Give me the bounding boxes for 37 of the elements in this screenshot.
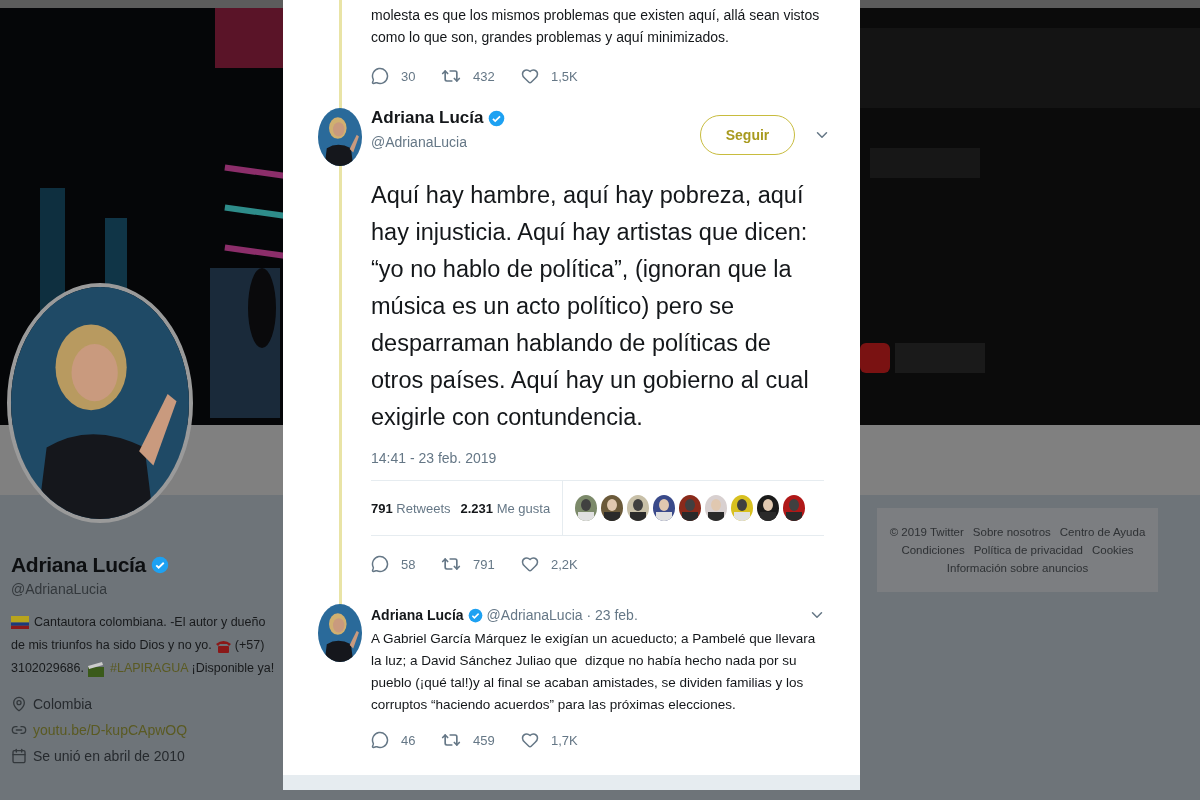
bio-text: ¡Disponible ya! — [191, 660, 275, 677]
reply-icon — [371, 555, 389, 573]
reply-button[interactable]: 46 — [371, 730, 441, 750]
like-icon — [521, 731, 539, 749]
profile-handle: @AdrianaLucia — [11, 581, 108, 597]
like-icon — [521, 555, 539, 573]
footer-link[interactable]: Condiciones — [901, 544, 965, 556]
retweets-stat[interactable]: 791 Retweets — [371, 500, 451, 516]
phone-icon — [214, 638, 232, 653]
bio-text: Cantautora colombiana. -El autor y dueño — [34, 614, 266, 631]
location-text: Colombia — [33, 696, 93, 712]
reply-icon — [371, 731, 389, 749]
tweet-text: A Gabriel García Márquez le exigían un acueducto; a Pambelé que llevara la luz; a David Sánchez Juliao que dizque no había hecho nada por su pueblo (¡qué tal!)y al final se acaban amistades, se dividen familias y los corruptos “haciendo acuerdos” para las próximas elecciones. — [371, 630, 817, 714]
retweet-button[interactable]: 459 — [441, 730, 521, 750]
reply-button[interactable]: 58 — [371, 554, 441, 574]
author-name[interactable]: Adriana Lucía — [371, 607, 464, 623]
tweet-timestamp[interactable]: 14:41 - 23 feb. 2019 — [371, 450, 860, 466]
joined-date: Se unió en abril de 2010 — [33, 748, 185, 764]
bio-text: (+57) — [234, 637, 265, 654]
bio-text: 3102029686. — [11, 660, 84, 677]
calendar-icon — [11, 748, 27, 764]
location-icon — [11, 696, 27, 712]
like-button[interactable]: 2,2K — [521, 554, 591, 574]
footer-link[interactable]: Sobre nosotros — [972, 526, 1051, 538]
like-button[interactable]: 1,7K — [521, 730, 591, 750]
footer-link[interactable]: Centro de Ayuda — [1059, 526, 1146, 538]
footer-link[interactable]: Cookies — [1092, 544, 1134, 556]
bio-text: de mis triunfos ha sido Dios y no yo. — [11, 637, 212, 654]
profile-name: Adriana Lucía — [11, 553, 146, 577]
clapper-icon — [87, 660, 105, 677]
tweet-meta: @AdrianaLucia · 23 feb. — [486, 607, 638, 623]
likes-stat[interactable]: 2.231 Me gusta — [460, 500, 551, 516]
footer-link[interactable]: © 2019 Twitter — [889, 526, 964, 538]
flag-icon — [11, 616, 29, 629]
retweet-button[interactable]: 791 — [441, 554, 521, 574]
footer-link[interactable]: Información sobre anuncios — [946, 562, 1089, 574]
footer-link[interactable]: Política de privacidad — [973, 544, 1083, 556]
